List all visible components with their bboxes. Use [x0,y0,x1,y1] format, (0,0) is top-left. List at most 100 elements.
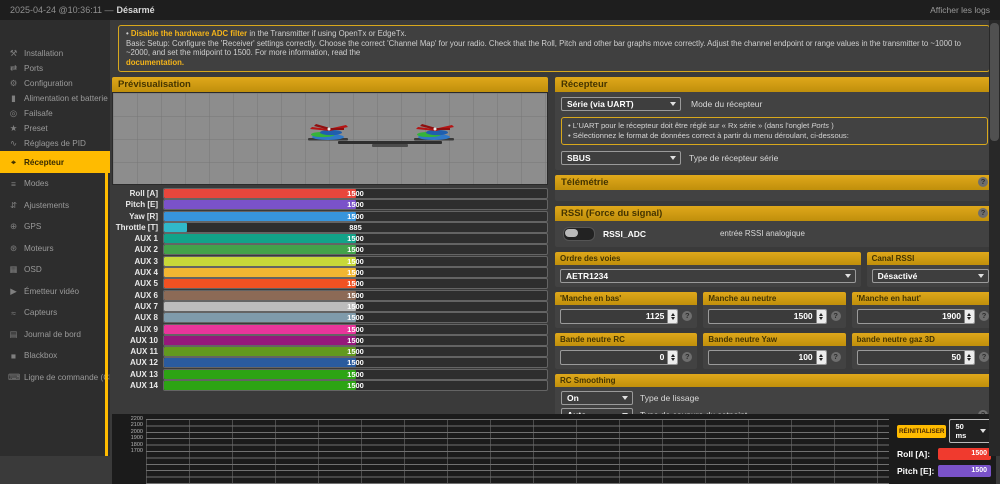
smoothing-select-0[interactable]: On [561,391,633,405]
sidebar-item-gps[interactable]: ⊕ GPS [0,216,110,238]
setup-note: • Disable the hardware ADC filter in the… [118,25,990,72]
sidebar-item-blackbox[interactable]: ■Blackbox [0,345,110,367]
stepper-arrows[interactable] [667,310,677,323]
help-icon[interactable]: ? [979,311,989,321]
battery-icon: ▮ [8,93,19,104]
documentation-link[interactable]: documentation. [126,58,184,67]
reset-button[interactable]: RÉINITIALISER [897,425,946,438]
help-icon[interactable]: ? [979,352,989,362]
help-icon[interactable]: ? [978,177,988,187]
receiver-icon: ⌖ [8,157,19,168]
channel-graph-panel: 220021002000190018001700 RÉINITIALISER 5… [112,414,996,484]
channel-label: AUX 3 [112,257,163,266]
modes-icon: ≡ [8,179,19,189]
y-tick-label: 2000 [131,429,143,435]
channel-map-select[interactable]: AETR1234 [560,269,856,283]
stick-center-input[interactable]: 1500 [708,309,826,324]
receiver-section-header: Récepteur [555,77,994,92]
show-logs-button[interactable]: Afficher les logs [930,5,990,15]
y-tick-label: 1800 [131,442,143,448]
help-icon[interactable]: ? [682,352,692,362]
stick-center-section: Manche au neutre 1500 ? [703,292,845,328]
sidebar-item-preset[interactable]: ★Preset [0,121,110,136]
deadband-3d-input[interactable]: 50 [857,350,975,365]
channel-row: Yaw [R]1500 [112,212,548,221]
gps-icon: ⊕ [8,221,19,232]
rssi-channel-select[interactable]: Désactivé [872,269,989,283]
smoothing-row-label: Type de lissage [640,393,699,403]
sidebar-item-failsafe[interactable]: ◎Failsafe [0,106,110,121]
rssi-adc-toggle[interactable] [563,227,595,241]
rssi-channel-header: Canal RSSI [867,252,994,265]
help-icon[interactable]: ? [831,352,841,362]
sidebar-item-label: GPS [24,222,41,231]
sidebar-item-modes[interactable]: ≡Modes [0,173,110,195]
channel-label: Roll [A] [112,189,163,198]
legend-channel-label: Pitch [E]: [897,466,935,476]
rssi-section: RSSI (Force du signal) ? RSSI_ADC entrée… [555,206,994,247]
channel-row: AUX 111500 [112,347,548,356]
channel-value: 1500 [164,200,547,209]
channel-bar-aux-1: 1500 [163,233,548,244]
sidebar-item-configuration[interactable]: ⚙Configuration [0,76,110,91]
channel-bar-aux-12: 1500 [163,357,548,368]
sidebar-item-pid-tuning[interactable]: ∿Réglages de PID [0,136,110,151]
channel-value: 1500 [164,212,547,221]
y-tick-label: 1900 [131,435,143,441]
help-icon[interactable]: ? [978,208,988,218]
sidebar-item-adjustments[interactable]: ⇵Ajustements [0,195,110,217]
stepper-arrows[interactable] [667,351,677,364]
sidebar-item-motors[interactable]: ⊛ Moteurs [0,238,110,260]
scrollbar-thumb[interactable] [990,23,999,141]
channel-bar-yaw-r: 1500 [163,211,548,222]
sidebar-item-label: Preset [24,124,48,133]
stepper-arrows[interactable] [816,310,826,323]
stick-high-input[interactable]: 1900 [857,309,975,324]
channel-value: 1500 [164,268,547,277]
channel-label: AUX 1 [112,234,163,243]
stepper-arrows[interactable] [816,351,826,364]
sidebar-item-logging[interactable]: ▤Journal de bord [0,324,110,346]
channel-label: AUX 4 [112,268,163,277]
deadband-3d-header: bande neutre gaz 3D [852,333,994,346]
channel-map-header: Ordre des voies [555,252,861,265]
sidebar-item-installation[interactable]: ⚒Installation [0,46,110,61]
channel-row: AUX 101500 [112,336,548,345]
help-icon[interactable]: ? [682,311,692,321]
sidebar-item-sensors[interactable]: ≈Capteurs [0,302,110,324]
sidebar-item-cli[interactable]: ⌨Ligne de commande (CLI) [0,367,110,389]
sidebar-item-label: Moteurs [24,244,54,253]
stepper-arrows[interactable] [964,310,974,323]
graph-controls: RÉINITIALISER 50 ms Roll [A]:1500Pitch [… [893,414,996,484]
vertical-scrollbar[interactable] [989,20,1000,456]
channel-label: Pitch [E] [112,200,163,209]
sidebar-item-ports[interactable]: ⇄Ports [0,61,110,76]
serial-provider-select[interactable]: SBUS [561,151,681,165]
stick-low-input[interactable]: 1125 [560,309,678,324]
channel-row: AUX 141500 [112,381,548,390]
quadcopter-model [300,120,480,156]
deadband-rc-section: Bande neutre RC 0 ? [555,333,697,369]
sidebar-item-osd[interactable]: ▦OSD [0,259,110,281]
channel-bar-throttle-t: 885 [163,222,548,233]
sidebar-item-label: Émetteur vidéo [24,287,79,296]
preview-title: Prévisualisation [118,79,191,90]
refresh-interval-select[interactable]: 50 ms [949,419,991,443]
chevron-down-icon [670,156,676,160]
channel-label: AUX 13 [112,370,163,379]
deadband-yaw-header: Bande neutre Yaw [703,333,845,346]
sidebar-item-label: Ports [24,64,43,73]
channel-bar-aux-10: 1500 [163,335,548,346]
sidebar-item-video-transmitter[interactable]: ▶Émetteur vidéo [0,281,110,303]
model-preview-3d[interactable] [112,92,548,185]
sidebar-item-receiver[interactable]: ⌖Récepteur [0,151,110,173]
receiver-tab-content: • Disable the hardware ADC filter in the… [110,20,1000,456]
receiver-mode-select[interactable]: Série (via UART) [561,97,681,111]
deadband-yaw-input[interactable]: 100 [708,350,826,365]
motor-icon: ⊛ [8,243,19,254]
deadband-rc-input[interactable]: 0 [560,350,678,365]
sidebar-item-power-battery[interactable]: ▮Alimentation et batterie [0,91,110,106]
stepper-arrows[interactable] [964,351,974,364]
top-status-bar: 2025-04-24 @10:36:11 —Désarmé Afficher l… [0,0,1000,20]
help-icon[interactable]: ? [831,311,841,321]
